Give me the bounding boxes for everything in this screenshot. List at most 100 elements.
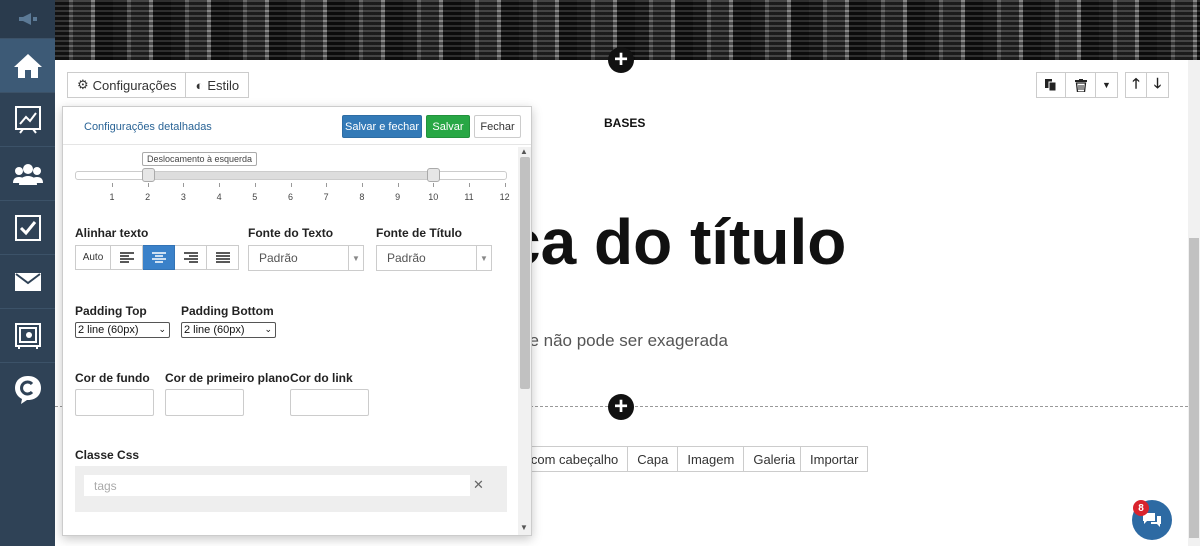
align-right-button[interactable] [175, 245, 207, 270]
slider-tick [433, 183, 435, 187]
delete-button[interactable] [1066, 72, 1096, 98]
save-close-button[interactable]: Salvar e fechar [342, 115, 422, 138]
close-button[interactable]: Fechar [474, 115, 521, 138]
slider-tick [219, 183, 221, 187]
checkbox-icon [14, 214, 41, 241]
slider-tick [397, 183, 399, 187]
align-center-button[interactable] [143, 245, 175, 270]
block-type-cover[interactable]: Capa [628, 446, 679, 472]
settings-panel-header: Configurações detalhadas Salvar e fechar… [63, 107, 531, 145]
slider-tick-label: 12 [499, 192, 510, 202]
style-tab[interactable]: ◐ Estilo [186, 72, 250, 98]
arrow-down-icon: 🡓 [1153, 75, 1162, 91]
hero-title: ça do título [505, 206, 847, 278]
arrow-up-icon: 🡑 [1132, 75, 1140, 91]
chart-icon [14, 105, 41, 134]
padding-top-value: 2 line (60px) [78, 324, 139, 336]
settings-panel-title[interactable]: Configurações detalhadas [84, 121, 212, 133]
block-type-image[interactable]: Imagem [678, 446, 745, 472]
slider-tick [361, 183, 363, 187]
sidebar-item-reports[interactable] [0, 92, 55, 146]
slider-tick [326, 183, 328, 187]
sidebar-item-users[interactable] [0, 146, 55, 200]
move-down-button[interactable]: 🡓 [1147, 72, 1169, 98]
font-text-value: Padrão [259, 251, 298, 265]
import-button[interactable]: Importar [800, 446, 869, 472]
font-text-label: Fonte do Texto [248, 226, 334, 240]
slider-tick [254, 183, 256, 187]
css-class-label: Classe Css [75, 448, 140, 462]
slider-tick-label: 9 [395, 192, 401, 202]
add-section-bottom-button[interactable]: + [608, 394, 634, 420]
slider-tick-label: 7 [323, 192, 329, 202]
slider-tick-label: 8 [359, 192, 365, 202]
align-auto-button[interactable]: Auto [75, 245, 111, 270]
slider-tick-label: 3 [180, 192, 186, 202]
panel-scroll-down-icon[interactable]: ▼ [520, 523, 528, 532]
css-class-tags-input[interactable]: tags [84, 475, 470, 496]
page-scrollbar-thumb[interactable] [1189, 238, 1199, 538]
slider-tick [469, 183, 470, 187]
section-label: BASES [604, 116, 646, 130]
add-section-top-button[interactable]: + [608, 47, 634, 73]
slider-tick-label: 4 [216, 192, 222, 202]
sidebar-item-home[interactable] [0, 38, 55, 92]
font-title-select[interactable]: Padrão ▼ [376, 245, 492, 271]
config-tab[interactable]: ⚙ Configurações [67, 72, 187, 98]
align-right-icon [183, 252, 198, 263]
slider-tick-label: 6 [287, 192, 293, 202]
font-text-select[interactable]: Padrão ▼ [248, 245, 364, 271]
chat-c-icon [14, 375, 41, 404]
megaphone-icon [18, 13, 37, 25]
slider-tick-label: 2 [145, 192, 151, 202]
slider-tick [147, 183, 149, 187]
copy-button[interactable] [1036, 72, 1066, 98]
padding-top-select[interactable]: 2 line (60px) ⌄ [75, 322, 170, 338]
link-color-label: Cor do link [290, 371, 353, 385]
offset-slider-left-handle[interactable] [141, 168, 155, 182]
style-tab-label: Estilo [207, 77, 240, 93]
panel-scrollbar-thumb[interactable] [520, 157, 530, 389]
bg-color-input[interactable] [75, 389, 154, 416]
contrast-icon: ◐ [195, 77, 204, 93]
settings-panel: Configurações detalhadas Salvar e fechar… [62, 106, 532, 536]
sidebar-top[interactable] [0, 0, 55, 38]
align-justify-button[interactable] [207, 245, 239, 270]
link-color-input[interactable] [290, 389, 369, 416]
align-left-button[interactable] [111, 245, 143, 270]
padding-bottom-select[interactable]: 2 line (60px) ⌄ [181, 322, 276, 338]
save-button[interactable]: Salvar [426, 115, 470, 138]
slider-tick [183, 183, 185, 187]
padding-bottom-label: Padding Bottom [181, 304, 274, 318]
more-dropdown-button[interactable]: ▼ [1096, 72, 1118, 98]
slider-tick-label: 5 [252, 192, 258, 202]
section-toolbar: ⚙ Configurações ◐ Estilo [67, 72, 250, 98]
hero-subtitle: ue não pode ser exagerada [520, 331, 728, 350]
sidebar [0, 0, 55, 546]
caret-down-icon: ▼ [1102, 80, 1111, 90]
slider-tick-label: 1 [109, 192, 115, 202]
users-icon [12, 163, 43, 185]
gear-icon: ⚙ [77, 77, 89, 92]
clear-tags-icon[interactable]: ✕ [473, 477, 484, 493]
block-type-gallery[interactable]: Galeria [744, 446, 806, 472]
panel-scroll-up-icon[interactable]: ▲ [520, 147, 528, 156]
block-type-group: o com cabeçalho Capa Imagem Galeria [510, 446, 806, 472]
slider-tick-label: 10 [428, 192, 439, 202]
chat-badge: 8 [1133, 500, 1149, 516]
move-up-button[interactable]: 🡑 [1125, 72, 1147, 98]
sidebar-item-tasks[interactable] [0, 200, 55, 254]
sidebar-item-safe[interactable] [0, 308, 55, 362]
move-actions: 🡑 🡓 [1125, 72, 1169, 98]
chevron-down-icon: ▼ [476, 246, 491, 270]
slider-tick [504, 183, 506, 187]
sidebar-item-chat[interactable] [0, 362, 55, 416]
section-actions: ▼ [1036, 72, 1118, 98]
safe-icon [14, 322, 41, 349]
fg-color-input[interactable] [165, 389, 244, 416]
chevron-down-icon: ▼ [348, 246, 363, 270]
sidebar-item-mail[interactable] [0, 254, 55, 308]
align-justify-icon [215, 252, 230, 263]
home-icon [13, 53, 42, 78]
offset-slider-right-handle[interactable] [427, 168, 441, 182]
